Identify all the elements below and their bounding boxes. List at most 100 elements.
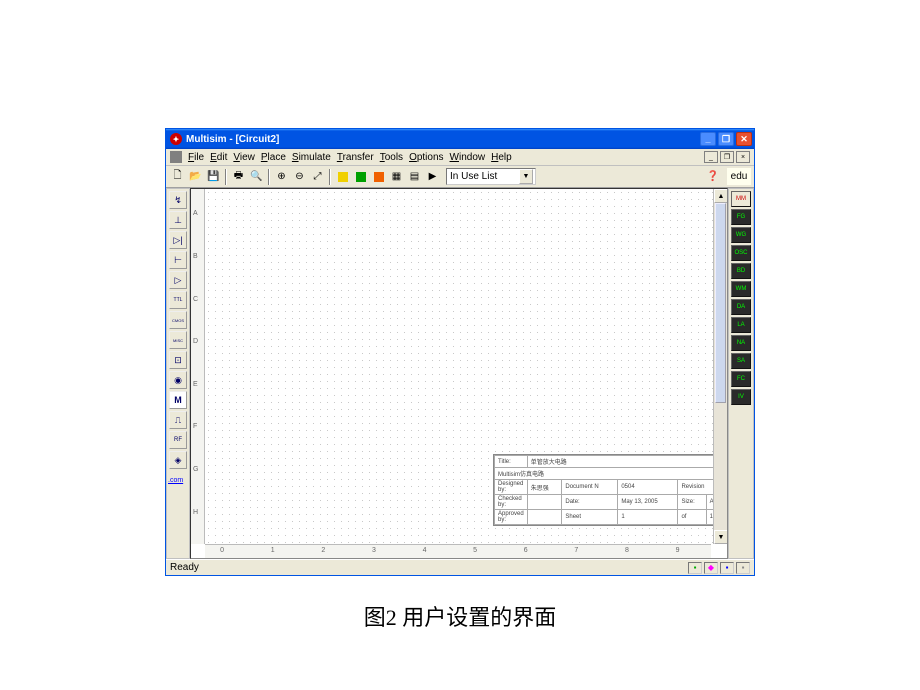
source-button[interactable]: ↯ [169,191,187,209]
in-use-list-dropdown[interactable]: In Use List [446,168,536,185]
save-button[interactable]: 💾 [205,168,222,185]
education-link[interactable]: .com [168,477,188,484]
component-toolbar: ↯ ⊥ ▷| ⊢ ▷ TTL CMOS MISC ⊡ ◉ M ⎍ RF ◈ .c… [166,188,190,559]
scroll-down-button[interactable]: ▼ [714,530,728,544]
new-button[interactable]: 🗋 [169,168,186,185]
database-button[interactable]: ▦ [388,168,405,185]
component-button[interactable]: ▤ [406,168,423,185]
menu-options[interactable]: Options [409,152,443,163]
word-gen-button[interactable]: WM [731,281,751,297]
tb-designed-lbl: Designed by: [495,480,528,495]
ruler-tick: G [193,466,198,473]
toggle-1-button[interactable] [334,168,351,185]
status-icons: ▪ ◆ ▪ ▪ [688,562,750,574]
instruments-toolbar: MM FG WG OSC BD WM DA LA NA SA FC IV [728,188,754,559]
ttl-button[interactable]: TTL [169,291,187,309]
menu-simulate[interactable]: Simulate [292,152,331,163]
tb-subtitle: Multisim仿真电路 [495,468,722,480]
multimeter-button[interactable]: MM [731,191,751,207]
analog-button[interactable]: ▷ [169,271,187,289]
vertical-scrollbar[interactable]: ▲ ▼ [713,189,727,544]
tb-checked-lbl: Checked by: [495,495,528,510]
em-button[interactable]: ◈ [169,451,187,469]
toggle-3-button[interactable] [370,168,387,185]
ruler-tick: 0 [220,547,224,554]
main-toolbar: 🗋 📂 💾 🖶 🔍 ⊕ ⊖ ⤢ ▦ ▤ ▶ In Use List ❓ edu [166,166,754,188]
ruler-tick: B [193,253,198,260]
zoom-in-button[interactable]: ⊕ [273,168,290,185]
menu-transfer[interactable]: Transfer [337,152,374,163]
print-button[interactable]: 🖶 [230,168,247,185]
ruler-tick: 3 [372,547,376,554]
zoom-out-button[interactable]: ⊖ [291,168,308,185]
transistor-button[interactable]: ⊢ [169,251,187,269]
zoom-fit-button[interactable]: ⤢ [309,168,326,185]
logic-analyzer-button[interactable]: DA [731,299,751,315]
tb-sheet-lbl: Sheet [562,510,618,525]
tb-title-lbl: Title: [495,456,528,468]
indicator-button[interactable]: ◉ [169,371,187,389]
edu-button[interactable]: edu [727,168,751,185]
toggle-2-button[interactable] [352,168,369,185]
app-name: Multisim [186,134,227,145]
tb-of-lbl: of [678,510,706,525]
misc-button[interactable]: M [169,391,187,409]
ruler-tick: 4 [423,547,427,554]
electromech-button[interactable]: ⎍ [169,411,187,429]
menu-view[interactable]: View [233,152,255,163]
rf-button[interactable]: RF [169,431,187,449]
ruler-tick: 5 [473,547,477,554]
minimize-button[interactable]: _ [700,132,716,146]
maximize-button[interactable]: ❐ [718,132,734,146]
ruler-tick: H [193,509,198,516]
basic-button[interactable]: ⊥ [169,211,187,229]
ruler-tick: 6 [524,547,528,554]
window-buttons: _ ❐ ✕ [700,132,752,146]
status-icon-2: ◆ [704,562,718,574]
network-analyzer-button[interactable]: FC [731,371,751,387]
menu-edit[interactable]: Edit [210,152,227,163]
ruler-tick: D [193,338,198,345]
ruler-tick: E [193,381,198,388]
run-button[interactable]: ▶ [424,168,441,185]
spectrum-button[interactable]: SA [731,353,751,369]
scroll-thumb[interactable] [715,203,726,403]
menu-file[interactable]: File [188,152,204,163]
schematic-canvas[interactable]: Title: 单管放大电路 Multisim仿真电路 Designed by: … [205,189,727,544]
mdi-close[interactable]: × [736,151,750,163]
canvas-scroll: A B C D E F G H Ti [190,188,728,559]
menu-tools[interactable]: Tools [380,152,403,163]
scroll-up-button[interactable]: ▲ [714,189,728,203]
menu-window[interactable]: Window [450,152,486,163]
ruler-tick: 9 [676,547,680,554]
separator [329,169,331,185]
distortion-button[interactable]: NA [731,335,751,351]
bode-plotter-button[interactable]: BD [731,263,751,279]
in-use-list-label: In Use List [450,171,497,182]
doc-name: [Circuit2] [235,134,279,145]
wattmeter-button[interactable]: WG [731,227,751,243]
misc-digital-button[interactable]: MISC [169,331,187,349]
mdi-restore[interactable]: ❐ [720,151,734,163]
logic-converter-button[interactable]: LA [731,317,751,333]
help-button[interactable]: ❓ [701,168,725,185]
separator [225,169,227,185]
oscilloscope-button[interactable]: OSC [731,245,751,261]
app-icon: ✦ [170,133,182,145]
diode-button[interactable]: ▷| [169,231,187,249]
menu-help[interactable]: Help [491,152,512,163]
tb-docnum-lbl: Document N [562,480,618,495]
print-preview-button[interactable]: 🔍 [248,168,265,185]
close-button[interactable]: ✕ [736,132,752,146]
mdi-minimize[interactable]: _ [704,151,718,163]
function-gen-button[interactable]: FG [731,209,751,225]
vertical-ruler: A B C D E F G H [191,189,205,544]
tb-designed-val: 朱思强 [527,480,562,495]
ruler-tick: 8 [625,547,629,554]
freq-counter-button[interactable]: IV [731,389,751,405]
cmos-button[interactable]: CMOS [169,311,187,329]
open-button[interactable]: 📂 [187,168,204,185]
status-icon-1: ▪ [688,562,702,574]
mixed-button[interactable]: ⊡ [169,351,187,369]
menu-place[interactable]: Place [261,152,286,163]
